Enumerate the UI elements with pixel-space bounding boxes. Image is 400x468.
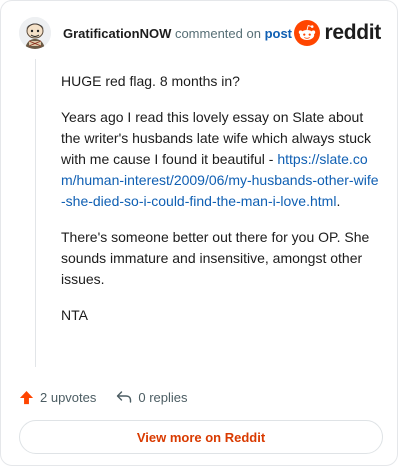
upvote-count: 2 upvotes [40,389,97,405]
comment-paragraph-4: NTA [61,307,88,323]
reply-stat[interactable]: 0 replies [116,389,188,405]
embed-card: GratificationNOW commented on post reddi… [0,0,398,466]
upvote-arrow-icon [19,390,34,404]
comment-paragraph-3: There's someone better out there for you… [61,229,370,287]
reddit-snoo-icon [294,20,321,46]
comment-paragraph-2: Years ago I read this lovely essay on Sl… [61,107,383,212]
action-text: commented on [171,26,265,41]
view-more-button[interactable]: View more on Reddit [19,420,383,454]
comment-stats: 2 upvotes 0 replies [19,387,208,407]
comment-headline: GratificationNOW commented on post [63,26,292,41]
reply-count: 0 replies [138,389,188,405]
avatar-image-icon [19,17,51,49]
comment-header: GratificationNOW commented on post reddi… [19,17,381,51]
comment-body: HUGE red flag. 8 months in? Years ago I … [61,71,383,326]
username-link[interactable]: GratificationNOW [63,26,171,41]
thread-line [35,59,36,367]
comment-paragraph-1: HUGE red flag. 8 months in? [61,73,240,89]
reply-arrow-icon [117,391,132,403]
user-avatar[interactable] [19,17,51,49]
upvote-stat[interactable]: 2 upvotes [19,390,96,405]
reddit-wordmark: reddit [324,21,381,44]
paragraph-2-end: . [336,193,341,209]
post-link[interactable]: post [265,26,292,41]
reddit-logo[interactable]: reddit [294,19,381,47]
